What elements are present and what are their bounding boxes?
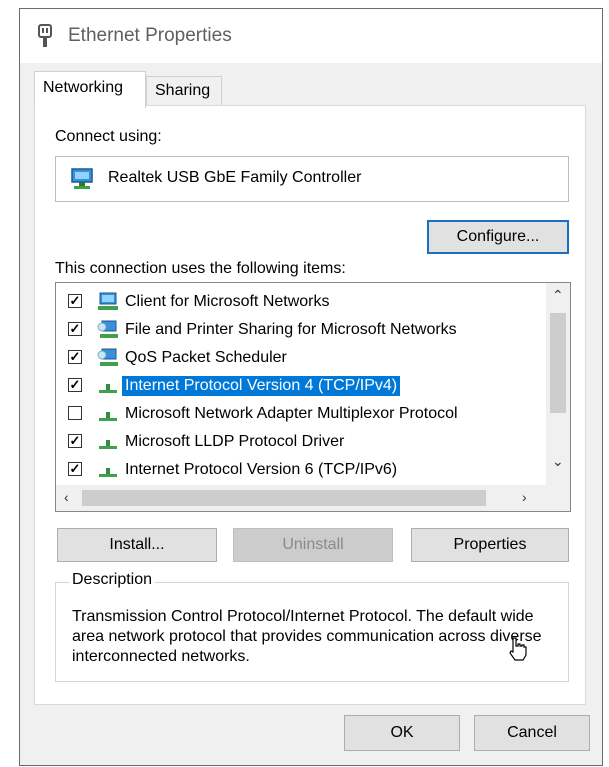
item-checkbox[interactable]: ✓ bbox=[68, 378, 82, 392]
vertical-scroll-thumb[interactable] bbox=[550, 313, 566, 413]
item-checkbox[interactable]: ✓ bbox=[68, 322, 82, 336]
components-list[interactable]: ✓ Client for Microsoft Networks ✓ File and … bbox=[55, 282, 571, 512]
item-label: QoS Packet Scheduler bbox=[125, 349, 287, 366]
adapter-name: Realtek USB GbE Family Controller bbox=[108, 169, 362, 186]
description-legend: Description bbox=[70, 571, 155, 589]
description-group: Description Transmission Control Protoco… bbox=[55, 571, 569, 682]
network-client-icon bbox=[96, 291, 120, 313]
item-checkbox[interactable]: ✓ bbox=[68, 350, 82, 364]
item-label: File and Printer Sharing for Microsoft N… bbox=[125, 321, 457, 338]
network-service-icon bbox=[96, 319, 120, 341]
item-label: Microsoft Network Adapter Multiplexor Pr… bbox=[125, 405, 458, 422]
window-title: Ethernet Properties bbox=[68, 25, 232, 46]
item-label: Microsoft LLDP Protocol Driver bbox=[125, 433, 345, 450]
ethernet-properties-dialog: Ethernet Properties Networking Sharing C… bbox=[19, 8, 603, 766]
list-item[interactable]: ✓ Microsoft LLDP Protocol Driver bbox=[56, 429, 546, 455]
adapter-field: Realtek USB GbE Family Controller bbox=[55, 156, 569, 202]
network-adapter-icon bbox=[71, 168, 93, 189]
list-item[interactable]: ✓ Internet Protocol Version 4 (TCP/IPv4) bbox=[56, 373, 546, 399]
item-checkbox[interactable]: ✓ bbox=[68, 462, 82, 476]
horizontal-scrollbar[interactable]: ‹ › bbox=[56, 485, 570, 511]
ethernet-plug-icon bbox=[38, 24, 52, 47]
title-bar[interactable]: Ethernet Properties bbox=[20, 9, 602, 63]
list-item[interactable]: ✓ File and Printer Sharing for Microsoft … bbox=[56, 317, 546, 343]
list-item[interactable]: ✓ QoS Packet Scheduler bbox=[56, 345, 546, 371]
uninstall-button[interactable]: Uninstall bbox=[233, 528, 393, 562]
item-label: Internet Protocol Version 6 (TCP/IPv6) bbox=[125, 461, 398, 478]
cancel-button[interactable]: Cancel bbox=[474, 715, 590, 751]
ok-button[interactable]: OK bbox=[344, 715, 460, 751]
tab-networking[interactable]: Networking bbox=[34, 71, 146, 108]
item-label: Client for Microsoft Networks bbox=[125, 293, 330, 310]
properties-button[interactable]: Properties bbox=[411, 528, 569, 562]
description-text: Transmission Control Protocol/Internet P… bbox=[72, 608, 542, 665]
networking-tab-panel: Connect using: Realtek USB GbE Family Co… bbox=[34, 105, 586, 705]
scroll-down-icon[interactable]: ⌄ bbox=[552, 453, 564, 470]
horizontal-scroll-thumb[interactable] bbox=[82, 490, 486, 506]
protocol-icon bbox=[96, 375, 120, 397]
protocol-icon bbox=[96, 431, 120, 453]
connect-using-label: Connect using: bbox=[55, 128, 162, 145]
item-checkbox[interactable]: ✓ bbox=[68, 434, 82, 448]
install-button[interactable]: Install... bbox=[57, 528, 217, 562]
vertical-scrollbar[interactable]: ⌃ ⌄ bbox=[546, 283, 570, 485]
list-item[interactable]: ✓ Internet Protocol Version 6 (TCP/IPv6) bbox=[56, 457, 546, 483]
tab-label: Sharing bbox=[155, 82, 211, 99]
scroll-left-icon[interactable]: ‹ bbox=[64, 489, 69, 505]
item-label: Internet Protocol Version 4 (TCP/IPv4) bbox=[122, 376, 401, 396]
tab-sharing[interactable]: Sharing bbox=[146, 76, 222, 106]
network-service-icon bbox=[96, 347, 120, 369]
configure-button[interactable]: Configure... bbox=[427, 220, 569, 254]
tab-label: Networking bbox=[43, 79, 124, 96]
list-item[interactable]: ✓ Client for Microsoft Networks bbox=[56, 289, 546, 315]
protocol-icon bbox=[96, 459, 120, 481]
list-item[interactable]: Microsoft Network Adapter Multiplexor Pr… bbox=[56, 401, 546, 427]
item-checkbox[interactable]: ✓ bbox=[68, 294, 82, 308]
protocol-icon bbox=[96, 403, 120, 425]
item-checkbox[interactable] bbox=[68, 406, 82, 420]
scroll-right-icon[interactable]: › bbox=[522, 489, 527, 505]
scroll-up-icon[interactable]: ⌃ bbox=[552, 287, 564, 304]
hand-cursor-icon bbox=[509, 637, 527, 661]
items-label: This connection uses the following items… bbox=[55, 260, 346, 277]
